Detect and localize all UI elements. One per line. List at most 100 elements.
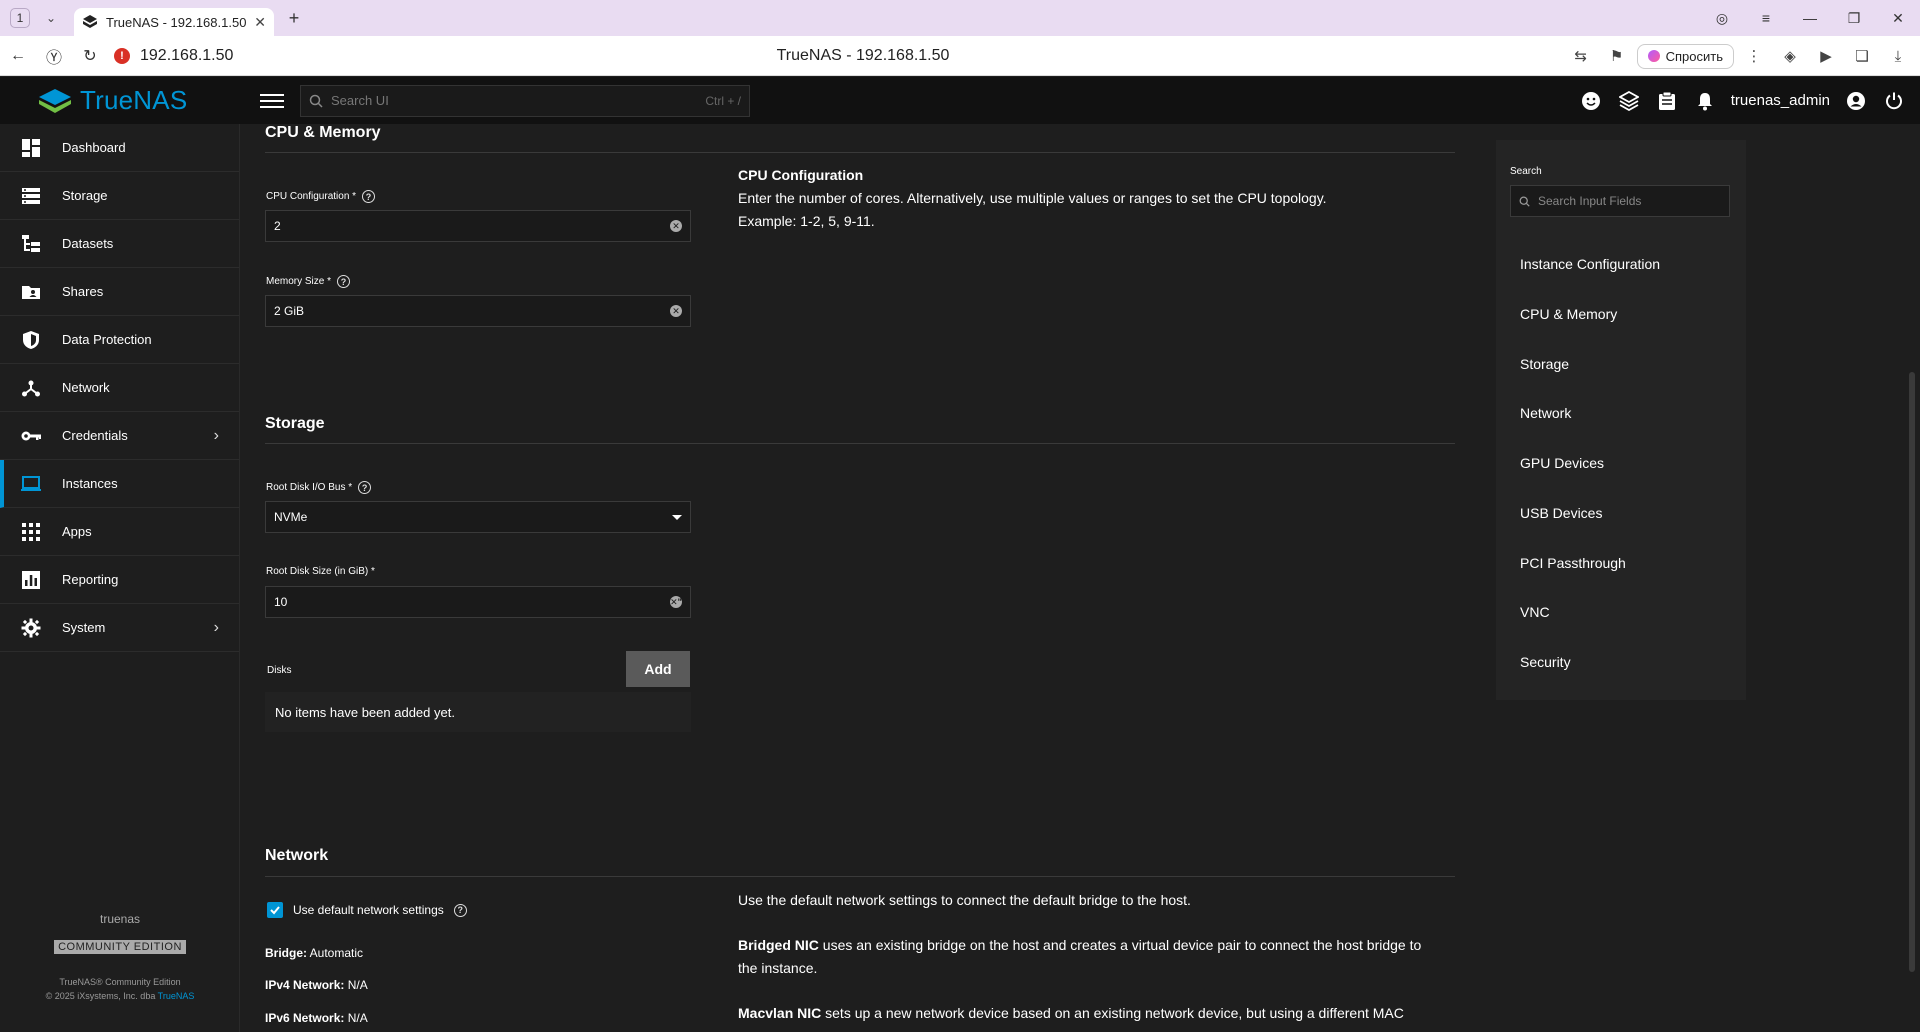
cpu-help-title: CPU Configuration: [738, 167, 864, 183]
help-icon[interactable]: ?: [362, 190, 376, 203]
clear-icon[interactable]: ✕: [670, 305, 682, 317]
yandex-icon[interactable]: Ⓨ: [36, 38, 72, 74]
sidebar-item-network[interactable]: Network: [0, 364, 239, 412]
extensions-icon[interactable]: ◈: [1774, 47, 1806, 65]
search-icon: [1519, 196, 1530, 207]
sidebar-item-dashboard[interactable]: Dashboard: [0, 124, 239, 172]
size-label-text: Root Disk Size (in GiB) *: [266, 566, 375, 577]
sidebar-item-storage[interactable]: Storage: [0, 172, 239, 220]
not-secure-icon[interactable]: !: [114, 47, 130, 64]
search-fields-placeholder: Search Input Fields: [1538, 194, 1642, 208]
nav-link-instance-configuration[interactable]: Instance Configuration: [1520, 256, 1660, 272]
clear-icon[interactable]: ✕": [670, 596, 682, 608]
memory-size-input[interactable]: 2 GiB ✕: [265, 295, 691, 327]
download-icon[interactable]: ⤓: [1882, 48, 1914, 65]
power-icon[interactable]: [1882, 91, 1906, 111]
new-tab-icon[interactable]: +: [282, 6, 306, 30]
sidebar-item-label: Datasets: [62, 236, 114, 251]
search-shortcut: Ctrl + /: [705, 93, 741, 108]
ipv6-info: IPv6 Network: N/A: [265, 1011, 368, 1025]
address-bar-actions: ⇆ ⚑ Спросить ⋮ ◈ ▶ ❏ ⤓: [1565, 36, 1920, 76]
bridge-info: Bridge: Automatic: [265, 946, 363, 960]
default-network-label: Use default network settings: [293, 903, 444, 917]
translate-icon[interactable]: ⇆: [1565, 47, 1597, 65]
media-icon[interactable]: ▶: [1810, 47, 1842, 65]
close-tab-icon[interactable]: ✕: [254, 14, 266, 31]
sidebar-item-credentials[interactable]: Credentials ›: [0, 412, 239, 460]
feedback-icon[interactable]: [1579, 91, 1603, 111]
nav-link-usb-devices[interactable]: USB Devices: [1520, 505, 1602, 521]
datasets-icon: [20, 233, 42, 255]
root-disk-bus-label: Root Disk I/O Bus *?: [266, 481, 372, 494]
nav-link-pci-passthrough[interactable]: PCI Passthrough: [1520, 555, 1626, 571]
chart-icon: [20, 569, 42, 591]
bridged-nic-term: Bridged NIC: [738, 937, 819, 953]
truenas-logo[interactable]: TrueNAS: [38, 85, 216, 116]
ask-label: Спросить: [1665, 48, 1723, 64]
url-field[interactable]: 192.168.1.50: [140, 47, 233, 65]
sidebar-item-label: Reporting: [62, 572, 119, 587]
tab-count-badge[interactable]: 1: [10, 8, 30, 28]
sidebar-item-reporting[interactable]: Reporting: [0, 556, 239, 604]
help-icon[interactable]: ?: [453, 903, 467, 917]
username[interactable]: truenas_admin: [1731, 92, 1830, 109]
sidebar-item-label: Dashboard: [62, 140, 126, 155]
search-icon: [309, 94, 323, 108]
profile-icon[interactable]: ◎: [1700, 10, 1744, 27]
restore-icon[interactable]: ❐: [1832, 10, 1876, 27]
memory-value: 2 GiB: [274, 304, 305, 318]
account-icon[interactable]: [1844, 91, 1868, 111]
collections-icon[interactable]: ❏: [1846, 47, 1878, 65]
search-input-fields[interactable]: Search Input Fields: [1510, 185, 1730, 217]
help-icon[interactable]: ?: [358, 481, 372, 494]
sidebar-item-data-protection[interactable]: Data Protection: [0, 316, 239, 364]
scrollbar-thumb[interactable]: [1909, 372, 1915, 972]
network-icon: [20, 377, 42, 399]
checkbox-checked-icon[interactable]: [267, 902, 283, 918]
cpu-configuration-input[interactable]: 2 ✕: [265, 210, 691, 242]
sidebar-item-shares[interactable]: Shares: [0, 268, 239, 316]
sidebar-item-label: Instances: [62, 476, 118, 491]
search-ui-input[interactable]: Search UI Ctrl + /: [300, 84, 750, 117]
page-scrollbar[interactable]: [1904, 124, 1920, 1032]
ask-button[interactable]: Спросить: [1636, 43, 1734, 69]
section-title-cpu-memory: CPU & Memory: [265, 124, 381, 141]
clear-icon[interactable]: ✕: [670, 220, 682, 232]
nav-link-storage[interactable]: Storage: [1520, 356, 1569, 372]
close-window-icon[interactable]: ✕: [1876, 10, 1920, 27]
more-icon[interactable]: ⋮: [1738, 47, 1770, 65]
sidebar: Dashboard Storage Datasets Shares Data P…: [0, 124, 240, 1032]
bell-icon[interactable]: [1693, 91, 1717, 111]
root-disk-bus-select[interactable]: NVMe: [265, 501, 691, 533]
main-content: CPU & Memory CPU Configuration *? 2 ✕ Mem…: [241, 124, 1904, 1032]
jobs-icon[interactable]: [1655, 91, 1679, 111]
reload-icon[interactable]: ↻: [72, 38, 108, 74]
cpu-help-text: Enter the number of cores. Alternatively…: [738, 190, 1327, 206]
sidebar-item-datasets[interactable]: Datasets: [0, 220, 239, 268]
menu-icon[interactable]: ≡: [1744, 10, 1788, 26]
nav-link-cpu-memory[interactable]: CPU & Memory: [1520, 306, 1617, 322]
nav-link-network[interactable]: Network: [1520, 405, 1571, 421]
nav-link-security[interactable]: Security: [1520, 654, 1571, 670]
root-disk-size-input[interactable]: 10 ✕": [265, 586, 691, 618]
sidebar-footer: truenas COMMUNITY EDITION TrueNAS® Commu…: [0, 912, 240, 1032]
truenas-link[interactable]: TrueNAS: [158, 991, 195, 1001]
help-icon[interactable]: ?: [337, 275, 351, 288]
minimize-icon[interactable]: —: [1788, 10, 1832, 26]
sidebar-item-instances[interactable]: Instances: [0, 460, 239, 508]
sidebar-item-system[interactable]: System ›: [0, 604, 239, 652]
menu-toggle-icon[interactable]: [260, 93, 284, 108]
add-disk-button[interactable]: Add: [626, 651, 690, 687]
window-controls: ◎ ≡ — ❐ ✕: [1700, 0, 1920, 36]
back-icon[interactable]: ←: [0, 38, 36, 74]
sidebar-item-apps[interactable]: Apps: [0, 508, 239, 556]
ask-icon: [1647, 50, 1660, 62]
hostname: truenas: [99, 912, 141, 926]
nav-link-gpu-devices[interactable]: GPU Devices: [1520, 455, 1604, 471]
tab-list-chevron-icon[interactable]: ⌄: [40, 7, 62, 29]
bookmark-icon[interactable]: ⚑: [1601, 47, 1633, 65]
default-network-checkbox-row[interactable]: Use default network settings ?: [267, 902, 467, 918]
browser-tab[interactable]: TrueNAS - 192.168.1.50 ✕: [74, 8, 274, 36]
nav-link-vnc[interactable]: VNC: [1520, 604, 1550, 620]
truecommand-icon[interactable]: [1617, 90, 1641, 111]
